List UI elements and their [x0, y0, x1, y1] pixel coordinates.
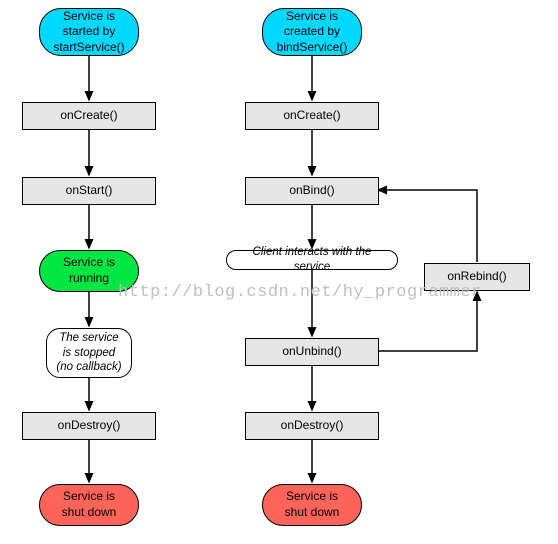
- bind-service-node: Service iscreated bybindService(): [262, 8, 362, 56]
- left-ondestroy-label: onDestroy(): [58, 418, 121, 434]
- onunbind-node: onUnbind(): [245, 338, 379, 366]
- client-interacts-label: Client interacts with the service: [235, 245, 389, 275]
- left-oncreate-node: onCreate(): [22, 102, 156, 130]
- left-ondestroy-node: onDestroy(): [22, 412, 156, 440]
- client-interacts-note: Client interacts with the service: [226, 250, 398, 270]
- right-ondestroy-label: onDestroy(): [281, 418, 344, 434]
- left-shutdown-node: Service isshut down: [39, 484, 139, 526]
- right-onbind-label: onBind(): [289, 183, 334, 199]
- right-shutdown-node: Service isshut down: [262, 484, 362, 526]
- bind-service-label: Service iscreated bybindService(): [277, 9, 348, 56]
- start-service-label: Service isstarted bystartService(): [53, 9, 124, 56]
- right-onbind-node: onBind(): [245, 177, 379, 205]
- service-running-label: Service isrunning: [63, 255, 115, 286]
- right-oncreate-label: onCreate(): [283, 108, 340, 124]
- left-onstart-node: onStart(): [22, 177, 156, 205]
- left-oncreate-label: onCreate(): [60, 108, 117, 124]
- onunbind-label: onUnbind(): [282, 344, 341, 360]
- watermark-text: http://blog.csdn.net/hy_programmer: [118, 283, 482, 302]
- left-onstart-label: onStart(): [66, 183, 113, 199]
- start-service-node: Service isstarted bystartService(): [39, 8, 139, 56]
- service-stopped-note: The serviceis stopped(no callback): [46, 328, 132, 378]
- service-stopped-label: The serviceis stopped(no callback): [56, 331, 121, 376]
- left-shutdown-label: Service isshut down: [62, 489, 117, 520]
- right-oncreate-node: onCreate(): [245, 102, 379, 130]
- right-ondestroy-node: onDestroy(): [245, 412, 379, 440]
- right-shutdown-label: Service isshut down: [285, 489, 340, 520]
